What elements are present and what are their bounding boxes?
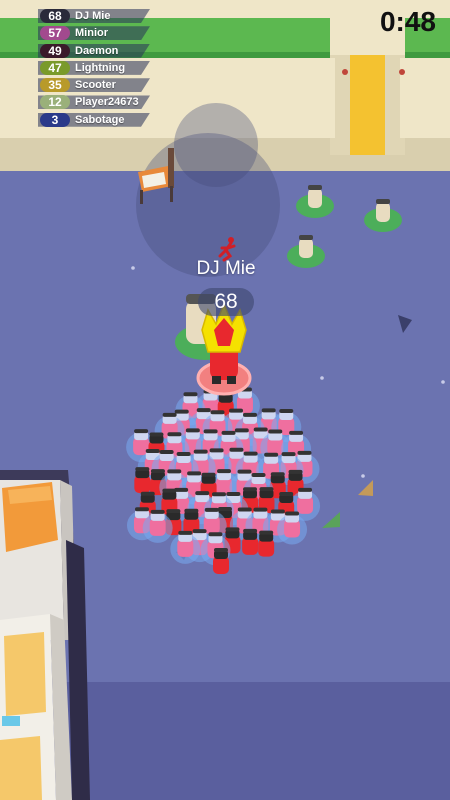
sparkle (320, 376, 324, 380)
crowd-count-badge: 3 (40, 112, 70, 127)
player-name: Player24673 (75, 96, 139, 109)
sparkle (131, 266, 135, 270)
lower-floor (60, 682, 450, 800)
crowd-count-badge: 68 (40, 9, 70, 23)
leaderboard-row: 47 Lightning (38, 59, 158, 76)
sparkle (361, 474, 365, 478)
player-name: Scooter (75, 79, 116, 92)
joystick-knob[interactable] (174, 103, 258, 187)
crowd-count-badge: 57 (40, 26, 70, 41)
leaderboard-row: 12 Player24673 (38, 93, 158, 110)
player-name: Sabotage (75, 113, 125, 126)
player-name: Daemon (75, 44, 119, 57)
crowd-count-badge: 12 (40, 95, 70, 110)
match-timer: 0:48 (379, 6, 436, 37)
player-name: DJ Mie (75, 10, 111, 22)
crowd-member (242, 528, 259, 555)
crowd-count-badge: 49 (40, 43, 70, 58)
sparkle (441, 380, 445, 384)
leaderboard-row: 57 Minior (38, 24, 158, 41)
leaderboard-row: 3 Sabotage (38, 111, 158, 128)
player-name: Lightning (75, 61, 126, 74)
leaderboard-row: 68 DJ Mie (38, 7, 158, 24)
player-name: Minior (75, 27, 108, 40)
crowd-member (258, 530, 275, 557)
crowd-count-badge: 47 (40, 60, 70, 75)
leaderboard-row: 49 Daemon (38, 42, 158, 59)
player-crowd-count: 68 (198, 288, 254, 316)
crowd-member (134, 467, 151, 494)
player-name-label: DJ Mie (196, 258, 256, 279)
crowd-member (213, 548, 229, 574)
leaderboard: 68 DJ Mie 57 Minior 49 Daemon 47 Lightni… (38, 7, 158, 128)
leaderboard-row: 35 Scooter (38, 76, 158, 93)
crowd-count-badge: 35 (40, 78, 70, 93)
game-scene: 68 DJ Mie 57 Minior 49 Daemon 47 Lightni… (0, 0, 450, 800)
